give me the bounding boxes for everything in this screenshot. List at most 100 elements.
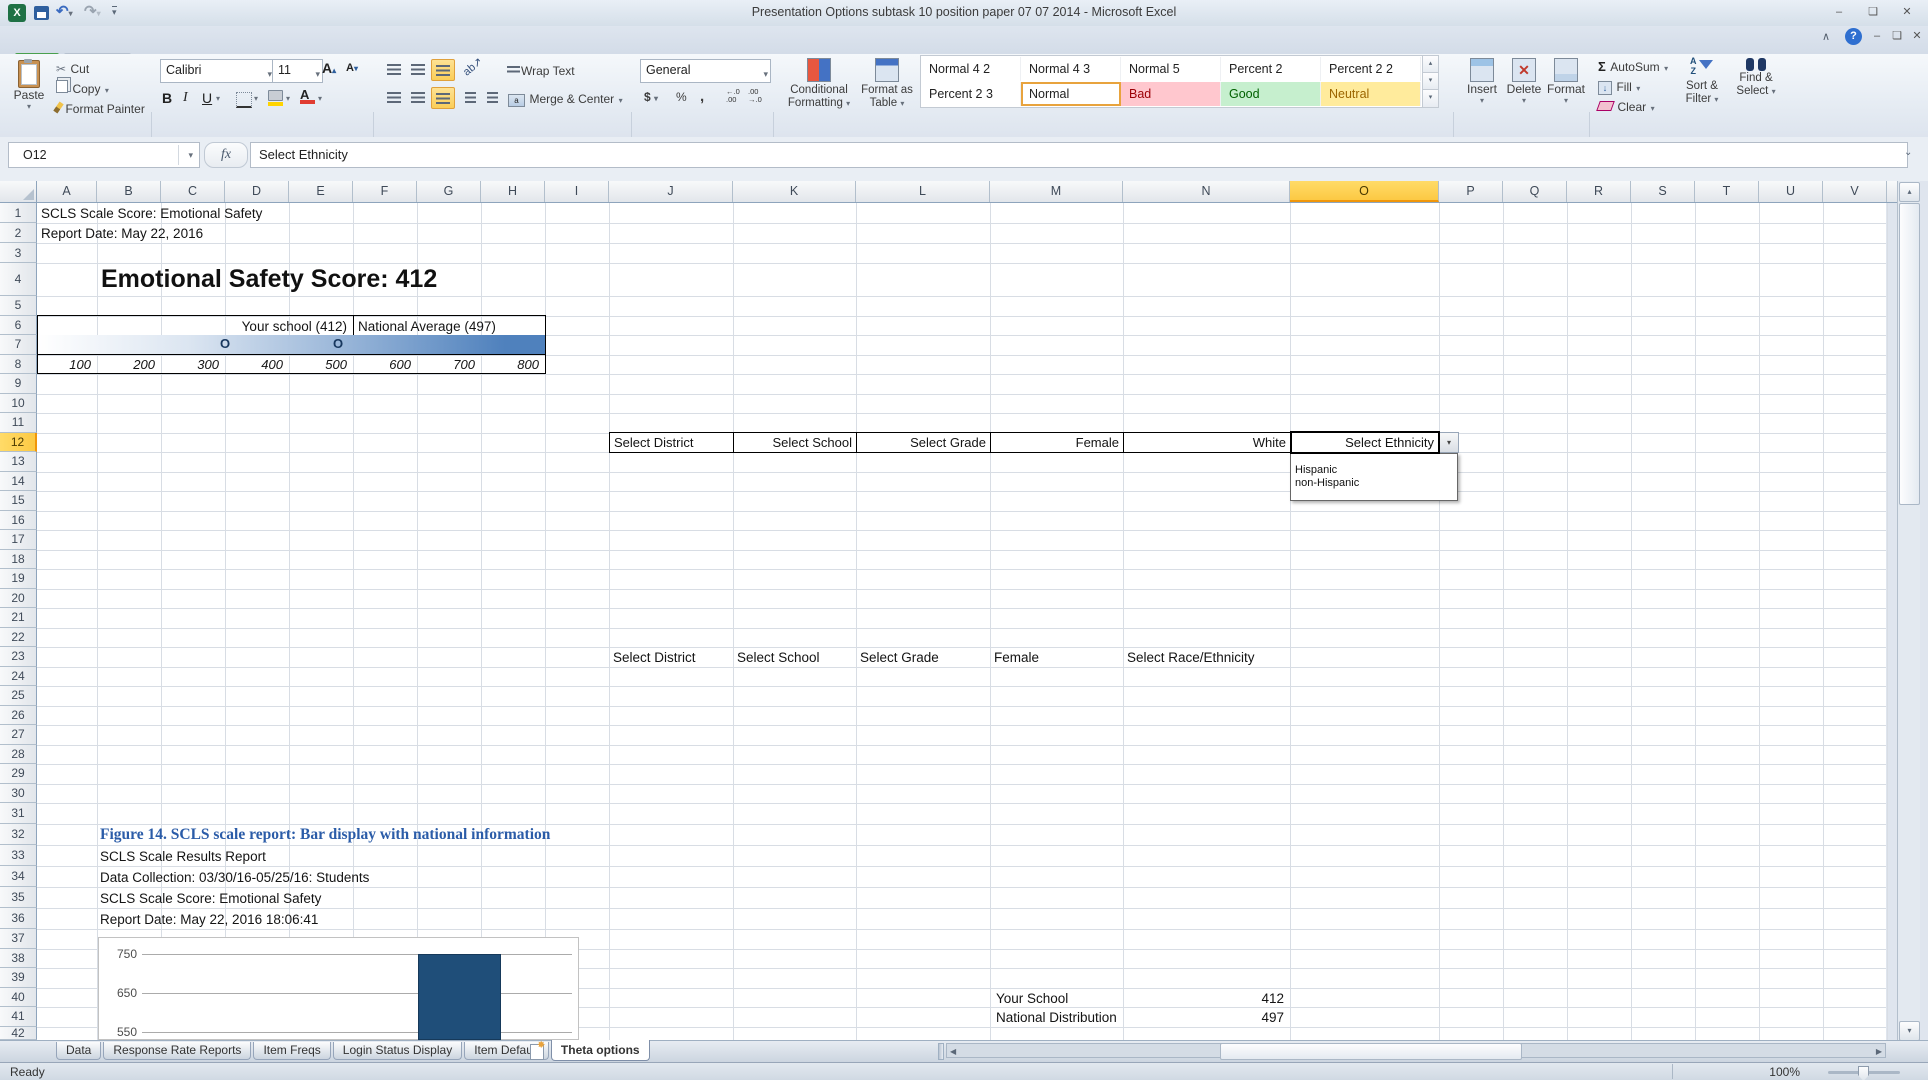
workbook-close-icon[interactable]: ✕ — [1908, 29, 1926, 45]
clear-button[interactable]: Clear ▾ — [1598, 98, 1655, 116]
cell-m41[interactable]: National Distribution — [996, 1008, 1117, 1027]
filter2-cell-2[interactable]: Select School — [737, 648, 820, 667]
zoom-slider-handle[interactable] — [1858, 1066, 1869, 1080]
row-header-36[interactable]: 36 — [0, 908, 37, 929]
column-header-o[interactable]: O — [1290, 181, 1439, 202]
format-cells-button[interactable]: Format▾ — [1546, 58, 1586, 105]
filter2-cell-4[interactable]: Female — [994, 648, 1039, 667]
row-header-28[interactable]: 28 — [0, 745, 37, 765]
column-header-d[interactable]: D — [225, 181, 289, 202]
column-header-c[interactable]: C — [161, 181, 225, 202]
figure-title[interactable]: Figure 14. SCLS scale report: Bar displa… — [100, 826, 550, 844]
row-header-4[interactable]: 4 — [0, 263, 37, 296]
row-header-11[interactable]: 11 — [0, 413, 37, 433]
sheet-tab-data[interactable]: Data — [56, 1042, 101, 1060]
style-percent-2-3[interactable]: Percent 2 3 — [921, 82, 1021, 106]
column-header-p[interactable]: P — [1439, 181, 1503, 202]
row-header-20[interactable]: 20 — [0, 589, 37, 609]
row-header-5[interactable]: 5 — [0, 296, 37, 316]
column-header-s[interactable]: S — [1631, 181, 1695, 202]
paste-button[interactable]: Paste ▾ — [10, 58, 48, 120]
style-percent-2-2[interactable]: Percent 2 2 — [1321, 57, 1421, 81]
filter-cell-4[interactable]: Female — [990, 432, 1124, 453]
row-header-42[interactable]: 42 — [0, 1027, 37, 1041]
cell-a1[interactable]: SCLS Scale Score: Emotional Safety — [41, 204, 262, 223]
score-gradient-bar[interactable]: O O — [38, 335, 545, 355]
insert-function-button[interactable]: fx — [204, 142, 248, 168]
name-box[interactable]: O12 ▾ — [8, 142, 200, 168]
column-header-m[interactable]: M — [990, 181, 1123, 202]
row-header-16[interactable]: 16 — [0, 511, 37, 531]
row-header-12[interactable]: 12 — [0, 433, 37, 453]
decrease-decimal-button[interactable]: .00→.0 — [748, 88, 762, 104]
column-header-g[interactable]: G — [417, 181, 481, 202]
gallery-down-icon[interactable]: ▾ — [1422, 73, 1439, 90]
fill-button[interactable]: ↓ Fill ▾ — [1598, 78, 1640, 96]
column-header-t[interactable]: T — [1695, 181, 1759, 202]
wrap-text-button[interactable]: Wrap Text — [505, 62, 575, 80]
column-header-u[interactable]: U — [1759, 181, 1823, 202]
font-family-select[interactable]: Calibri▾ — [160, 59, 275, 83]
row-header-3[interactable]: 3 — [0, 243, 37, 263]
workbook-restore-icon[interactable]: ❏ — [1888, 29, 1906, 45]
row-header-30[interactable]: 30 — [0, 784, 37, 804]
row-header-9[interactable]: 9 — [0, 374, 37, 394]
fill-color-button[interactable] — [268, 90, 283, 106]
tab-split-handle[interactable] — [938, 1043, 944, 1060]
column-header-a[interactable]: A — [37, 181, 97, 202]
row-header-37[interactable]: 37 — [0, 929, 37, 949]
filter-cell-1[interactable]: Select District — [609, 432, 734, 453]
row-header-34[interactable]: 34 — [0, 866, 37, 887]
row-header-17[interactable]: 17 — [0, 530, 37, 550]
column-header-i[interactable]: I — [545, 181, 609, 202]
vertical-scroll-thumb[interactable] — [1899, 203, 1920, 505]
row-header-23[interactable]: 23 — [0, 647, 37, 667]
embedded-bar-chart[interactable]: 750 650 550 — [98, 937, 579, 1040]
style-normal-4-2[interactable]: Normal 4 2 — [921, 57, 1021, 81]
row-header-39[interactable]: 39 — [0, 968, 37, 988]
restore-icon[interactable]: ❏ — [1860, 5, 1886, 21]
style-percent-2[interactable]: Percent 2 — [1221, 57, 1321, 81]
sheet-tab-login-status-display[interactable]: Login Status Display — [333, 1042, 462, 1060]
borders-icon[interactable] — [236, 92, 252, 108]
middle-align-button[interactable] — [407, 59, 429, 79]
column-header-b[interactable]: B — [97, 181, 161, 202]
row-header-8[interactable]: 8 — [0, 355, 37, 375]
report-line-4[interactable]: Report Date: May 22, 2016 18:06:41 — [100, 910, 318, 929]
top-align-button[interactable] — [383, 59, 405, 79]
report-line-3[interactable]: SCLS Scale Score: Emotional Safety — [100, 889, 321, 908]
row-header-27[interactable]: 27 — [0, 725, 37, 745]
font-color-dropdown-icon[interactable]: ▾ — [318, 94, 322, 103]
close-icon[interactable]: ✕ — [1894, 5, 1920, 21]
accounting-format-button[interactable]: $ ▾ — [644, 90, 658, 104]
row-header-24[interactable]: 24 — [0, 667, 37, 687]
filter-cell-2[interactable]: Select School — [733, 432, 857, 453]
conditional-formatting-button[interactable]: Conditional Formatting ▾ — [782, 56, 856, 110]
row-header-15[interactable]: 15 — [0, 491, 37, 511]
row-header-21[interactable]: 21 — [0, 608, 37, 628]
cell-n40[interactable]: 412 — [1160, 989, 1284, 1008]
row-header-31[interactable]: 31 — [0, 803, 37, 824]
bottom-align-button[interactable] — [431, 59, 455, 81]
center-button[interactable] — [407, 87, 429, 107]
scroll-up-icon[interactable]: ▴ — [1899, 182, 1920, 202]
style-normal[interactable]: Normal — [1021, 82, 1121, 106]
italic-button[interactable]: I — [183, 90, 188, 106]
scale-label-national[interactable]: National Average (497) — [358, 317, 496, 336]
row-header-22[interactable]: 22 — [0, 628, 37, 648]
filter-cell-3[interactable]: Select Grade — [856, 432, 991, 453]
insert-cells-button[interactable]: Insert▾ — [1462, 58, 1502, 105]
row-header-6[interactable]: 6 — [0, 316, 37, 336]
row-header-19[interactable]: 19 — [0, 569, 37, 589]
minimize-icon[interactable]: – — [1826, 5, 1852, 21]
row-header-1[interactable]: 1 — [0, 203, 37, 223]
style-good[interactable]: Good — [1221, 82, 1321, 106]
workbook-minimize-icon[interactable]: – — [1868, 29, 1886, 45]
row-header-40[interactable]: 40 — [0, 988, 37, 1008]
row-header-7[interactable]: 7 — [0, 335, 37, 355]
column-header-h[interactable]: H — [481, 181, 545, 202]
insert-worksheet-button[interactable]: ✸ — [530, 1043, 548, 1059]
style-normal-4-3[interactable]: Normal 4 3 — [1021, 57, 1121, 81]
merge-center-button[interactable]: a Merge & Center ▾ — [508, 90, 623, 108]
cell-n41[interactable]: 497 — [1160, 1008, 1284, 1027]
